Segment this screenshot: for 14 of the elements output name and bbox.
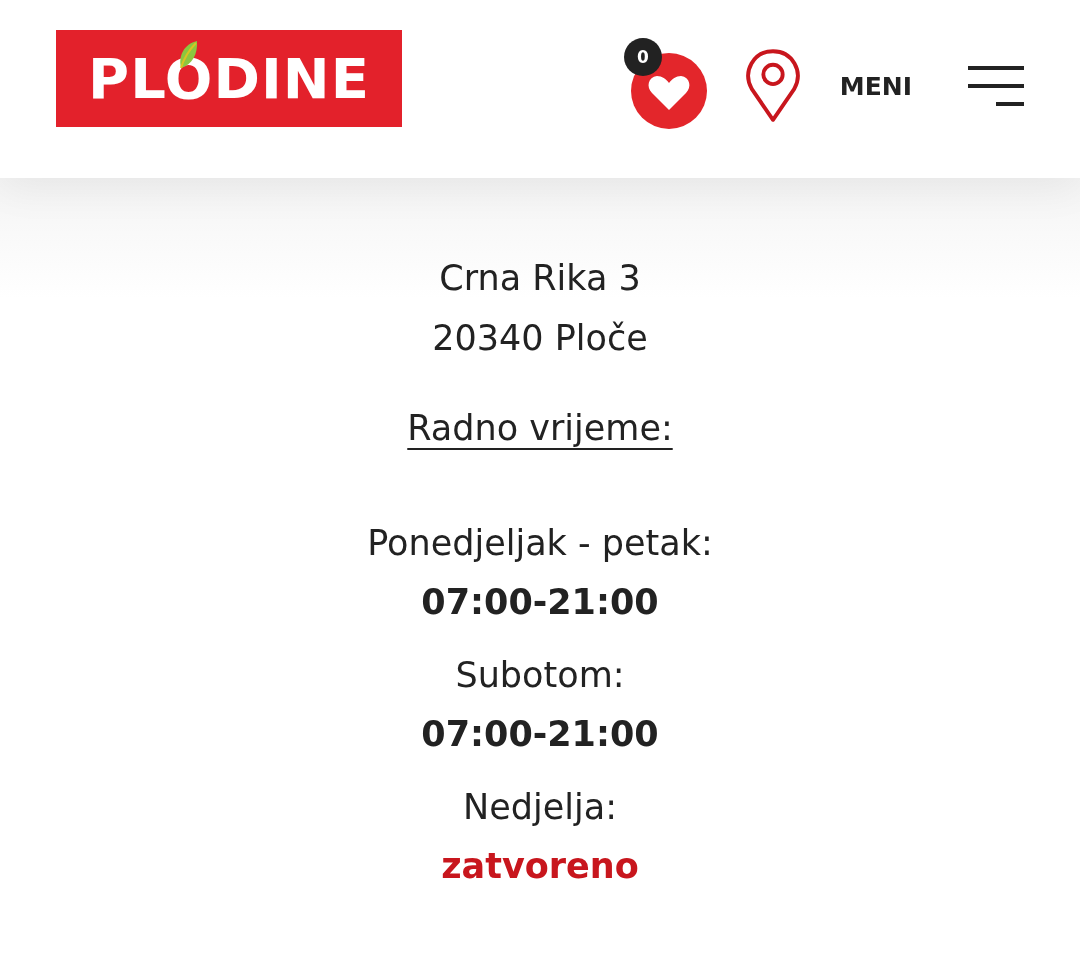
opening-hours: 07:00-21:00 <box>421 713 659 756</box>
day-label: Nedjelja: <box>463 786 617 829</box>
opening-hours: 07:00-21:00 <box>421 581 659 624</box>
hours-heading: Radno vrijeme: <box>407 408 673 448</box>
location-pin-icon[interactable] <box>743 48 802 124</box>
day-label: Subotom: <box>455 654 625 697</box>
address-line: Crna Rika 3 <box>438 257 642 300</box>
address-line: 20340 Ploče <box>432 317 648 360</box>
closed-status: zatvoreno <box>441 845 639 888</box>
logo[interactable]: PLODINE <box>56 29 402 127</box>
menu-label[interactable]: MENI <box>839 71 912 101</box>
favorites-count-badge: 0 <box>623 38 662 76</box>
menu-icon[interactable] <box>968 66 1024 106</box>
day-label: Ponedjeljak - petak: <box>367 522 713 565</box>
